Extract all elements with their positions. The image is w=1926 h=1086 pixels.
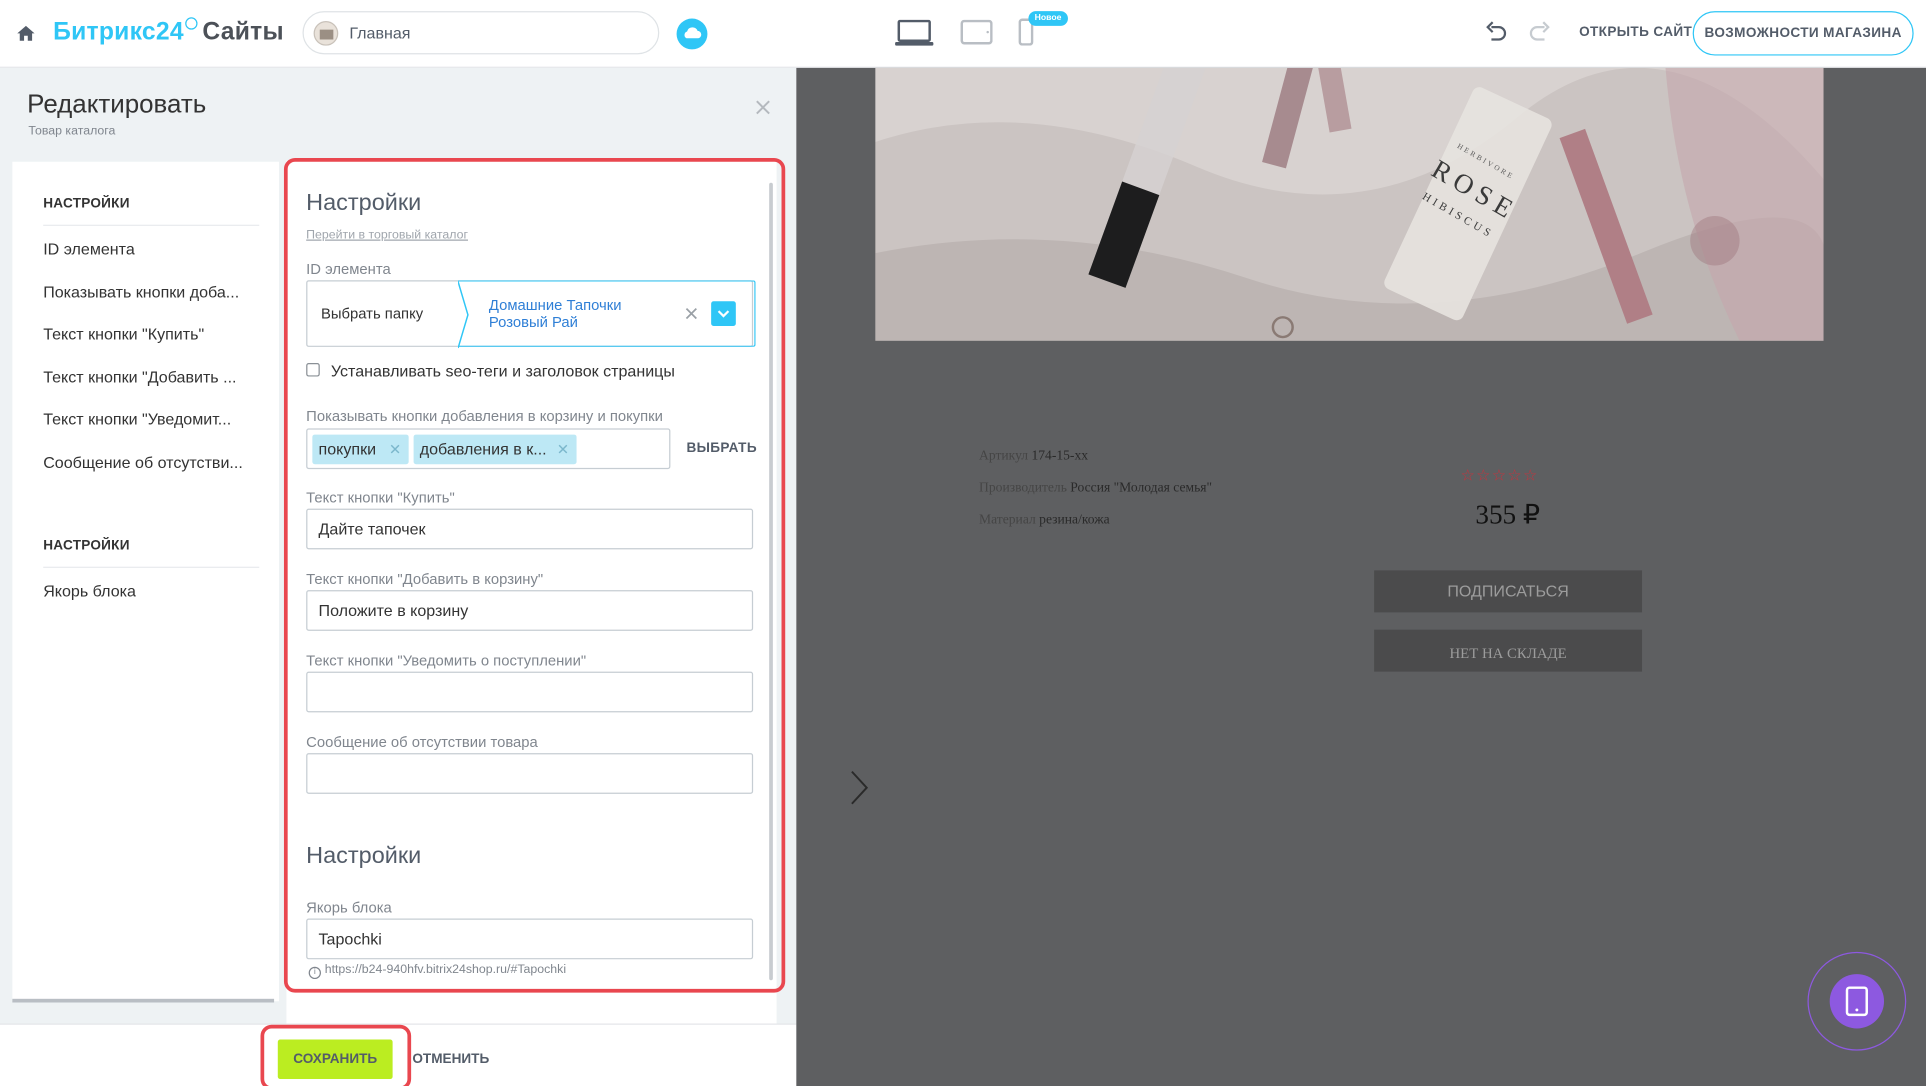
settings-nav: НАСТРОЙКИ ID элемента Показывать кнопки … bbox=[12, 161, 280, 1002]
panel-subtitle: Товар каталога bbox=[28, 124, 116, 139]
shop-features-button[interactable]: ВОЗМОЖНОСТИ МАГАЗИНА bbox=[1692, 11, 1914, 56]
open-site-link[interactable]: ОТКРЫТЬ САЙТ bbox=[1579, 25, 1692, 40]
material-value: резина/кожа bbox=[1039, 512, 1110, 528]
site-preview: ROSE HIBISCUS HERBIVORE Артикул 174-15-x… bbox=[796, 67, 1926, 1086]
nav-item-absent-message[interactable]: Сообщение об отсутстви... bbox=[43, 453, 253, 472]
logo-brand: Битрикс24 bbox=[53, 18, 184, 46]
panel-title: Редактировать bbox=[27, 90, 207, 119]
sku-value: 174-15-xx bbox=[1031, 448, 1089, 463]
subscribe-button[interactable]: ПОДПИСАТЬСЯ bbox=[1374, 570, 1643, 613]
product-material: Материал резина/кожа bbox=[979, 512, 1110, 527]
nav-section-title: НАСТРОЙКИ bbox=[43, 196, 130, 212]
material-label: Материал bbox=[979, 512, 1036, 528]
bitrix24-logo[interactable]: Битрикс24 Сайты bbox=[53, 17, 284, 47]
mobile-preview-button[interactable] bbox=[1807, 951, 1907, 1051]
nav-item-anchor[interactable]: Якорь блока bbox=[43, 582, 253, 601]
page-thumbnail bbox=[313, 20, 339, 46]
home-icon[interactable] bbox=[16, 23, 36, 43]
page-name: Главная bbox=[349, 23, 411, 42]
product-price: 355 ₽ bbox=[1475, 498, 1541, 530]
top-bar: Битрикс24 Сайты Главная Новое ОТКРЫТЬ САЙ… bbox=[0, 0, 1926, 68]
nav-item-id[interactable]: ID элемента bbox=[43, 240, 253, 259]
highlight-frame bbox=[260, 1024, 412, 1086]
maker-label: Производитель bbox=[979, 480, 1067, 496]
product-photo: ROSE HIBISCUS HERBIVORE bbox=[875, 67, 1824, 341]
sku-label: Артикул bbox=[979, 448, 1029, 463]
nav-item-show-buttons[interactable]: Показывать кнопки доба... bbox=[43, 283, 253, 302]
cancel-button[interactable]: ОТМЕНИТЬ bbox=[412, 1052, 489, 1067]
undo-icon[interactable] bbox=[1485, 21, 1507, 43]
maker-value: Россия "Молодая семья" bbox=[1070, 480, 1213, 496]
nav-item-buy-text[interactable]: Текст кнопки "Купить" bbox=[43, 325, 253, 344]
product-maker: Производитель Россия "Молодая семья" bbox=[979, 480, 1212, 495]
tablet-icon bbox=[1829, 974, 1885, 1029]
cloud-icon[interactable] bbox=[676, 18, 708, 50]
divider bbox=[43, 224, 260, 226]
chevron-right-icon[interactable] bbox=[849, 769, 869, 806]
clock-icon bbox=[185, 17, 198, 30]
desktop-view-icon[interactable] bbox=[894, 19, 935, 47]
nav-item-notify-text[interactable]: Текст кнопки "Уведомит... bbox=[43, 410, 253, 429]
redo-icon[interactable] bbox=[1528, 21, 1550, 43]
logo-product: Сайты bbox=[202, 18, 284, 46]
product-sku: Артикул 174-15-xx bbox=[979, 448, 1088, 463]
highlight-frame bbox=[283, 158, 786, 993]
divider bbox=[43, 566, 260, 568]
close-icon[interactable] bbox=[753, 98, 773, 118]
nav-item-add-text[interactable]: Текст кнопки "Добавить ... bbox=[43, 368, 253, 387]
rating-stars[interactable]: ☆☆☆☆☆ bbox=[1461, 465, 1539, 485]
nav-scrollbar[interactable] bbox=[12, 998, 275, 1003]
out-of-stock-button[interactable]: НЕТ НА СКЛАДЕ bbox=[1374, 629, 1643, 672]
new-badge: Новое bbox=[1028, 11, 1068, 26]
tablet-view-icon[interactable] bbox=[960, 19, 993, 45]
page-selector[interactable]: Главная bbox=[302, 11, 660, 55]
nav-section-title: НАСТРОЙКИ bbox=[43, 538, 130, 554]
